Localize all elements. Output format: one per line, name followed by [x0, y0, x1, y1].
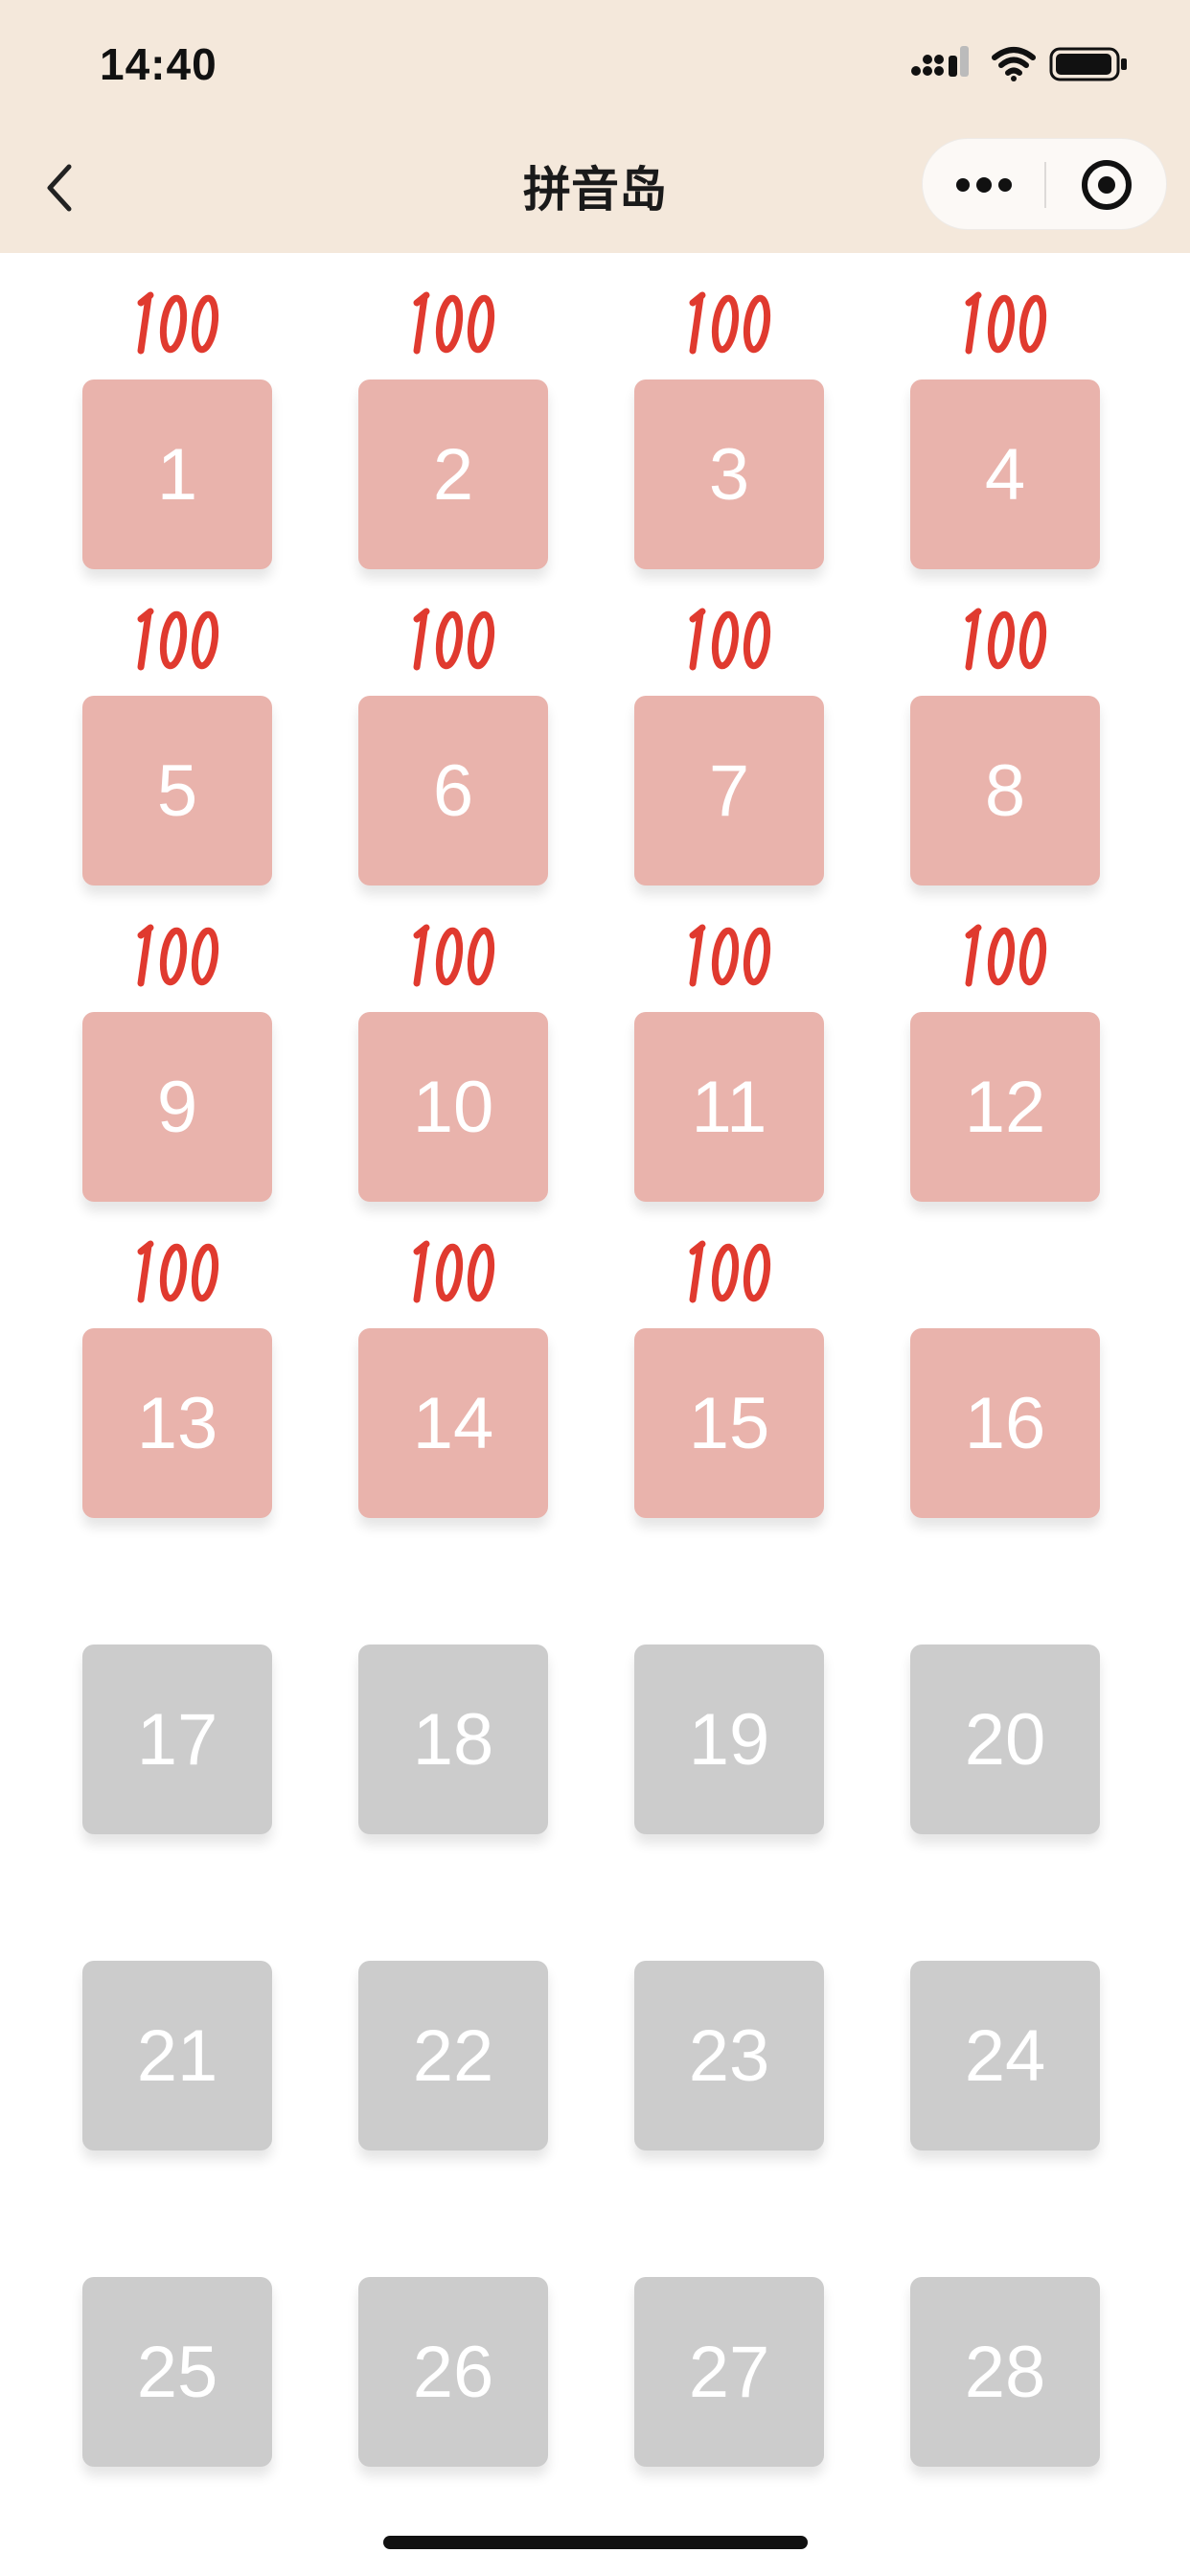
- status-icons: [911, 46, 1127, 81]
- target-circle-icon: [1082, 160, 1132, 210]
- level-cell: 28: [910, 2277, 1100, 2467]
- score-100-handwritten: [689, 924, 771, 987]
- level-cell: 19: [634, 1644, 824, 1834]
- score-badge: [358, 920, 548, 993]
- level-cell: 3: [634, 291, 824, 569]
- level-cell: 20: [910, 1644, 1100, 1834]
- level-button-3[interactable]: 3: [634, 380, 824, 569]
- score-badge: [82, 920, 272, 993]
- wifi-icon: [992, 47, 1036, 81]
- score-100-handwritten: [689, 608, 771, 671]
- score-100-handwritten: [137, 924, 219, 987]
- level-cell: 16: [910, 1328, 1100, 1518]
- level-cell: 21: [82, 1961, 272, 2150]
- score-100-handwritten: [413, 1240, 495, 1303]
- level-button-9[interactable]: 9: [82, 1012, 272, 1202]
- level-cell: 25: [82, 2277, 272, 2467]
- level-button-18[interactable]: 18: [358, 1644, 548, 1834]
- score-100-handwritten: [413, 924, 495, 987]
- score-100-handwritten: [689, 291, 771, 355]
- level-button-7[interactable]: 7: [634, 696, 824, 886]
- level-cell: 11: [634, 924, 824, 1202]
- score-100-handwritten: [965, 924, 1047, 987]
- score-badge: [634, 604, 824, 677]
- level-cell: 18: [358, 1644, 548, 1834]
- level-cell: 27: [634, 2277, 824, 2467]
- battery-icon: [1049, 47, 1127, 81]
- score-100-handwritten: [965, 291, 1047, 355]
- score-badge: [910, 288, 1100, 360]
- more-button[interactable]: [923, 139, 1044, 231]
- level-cell: 2: [358, 291, 548, 569]
- score-badge: [82, 604, 272, 677]
- level-cell: 17: [82, 1644, 272, 1834]
- level-button-16[interactable]: 16: [910, 1328, 1100, 1518]
- status-time: 14:40: [100, 39, 217, 89]
- score-100-handwritten: [137, 608, 219, 671]
- level-button-17[interactable]: 17: [82, 1644, 272, 1834]
- level-cell: 26: [358, 2277, 548, 2467]
- level-button-6[interactable]: 6: [358, 696, 548, 886]
- level-button-2[interactable]: 2: [358, 380, 548, 569]
- close-button[interactable]: [1046, 139, 1168, 231]
- score-100-handwritten: [137, 1240, 219, 1303]
- level-cell: 15: [634, 1240, 824, 1518]
- home-indicator: [383, 2536, 808, 2549]
- level-button-15[interactable]: 15: [634, 1328, 824, 1518]
- level-cell: 22: [358, 1961, 548, 2150]
- score-100-handwritten: [965, 608, 1047, 671]
- level-button-4[interactable]: 4: [910, 380, 1100, 569]
- level-cell: 12: [910, 924, 1100, 1202]
- score-100-handwritten: [413, 291, 495, 355]
- mini-program-capsule: [922, 138, 1167, 230]
- level-button-20[interactable]: 20: [910, 1644, 1100, 1834]
- level-cell: 8: [910, 608, 1100, 886]
- level-button-8[interactable]: 8: [910, 696, 1100, 886]
- level-cell: 7: [634, 608, 824, 886]
- level-button-13[interactable]: 13: [82, 1328, 272, 1518]
- level-cell: 23: [634, 1961, 824, 2150]
- level-cell: 4: [910, 291, 1100, 569]
- signal-icon: [911, 46, 969, 77]
- level-cell: 13: [82, 1240, 272, 1518]
- level-button-25[interactable]: 25: [82, 2277, 272, 2467]
- level-button-11[interactable]: 11: [634, 1012, 824, 1202]
- level-cell: 24: [910, 1961, 1100, 2150]
- level-button-22[interactable]: 22: [358, 1961, 548, 2150]
- level-cell: 5: [82, 608, 272, 886]
- level-button-27[interactable]: 27: [634, 2277, 824, 2467]
- score-badge: [634, 920, 824, 993]
- level-cell: 6: [358, 608, 548, 886]
- more-dots-icon: [956, 177, 1012, 193]
- level-button-5[interactable]: 5: [82, 696, 272, 886]
- score-badge: [634, 1236, 824, 1309]
- score-100-handwritten: [137, 291, 219, 355]
- level-button-19[interactable]: 19: [634, 1644, 824, 1834]
- score-badge: [82, 288, 272, 360]
- score-badge: [358, 1236, 548, 1309]
- level-button-24[interactable]: 24: [910, 1961, 1100, 2150]
- level-cell: 10: [358, 924, 548, 1202]
- level-button-21[interactable]: 21: [82, 1961, 272, 2150]
- level-cell: 9: [82, 924, 272, 1202]
- level-button-1[interactable]: 1: [82, 380, 272, 569]
- score-badge: [634, 288, 824, 360]
- header: 14:40 拼音岛: [0, 0, 1190, 253]
- score-badge: [82, 1236, 272, 1309]
- score-badge: [910, 920, 1100, 993]
- level-button-14[interactable]: 14: [358, 1328, 548, 1518]
- score-badge: [910, 604, 1100, 677]
- level-button-28[interactable]: 28: [910, 2277, 1100, 2467]
- score-badge: [358, 288, 548, 360]
- level-button-12[interactable]: 12: [910, 1012, 1100, 1202]
- level-button-10[interactable]: 10: [358, 1012, 548, 1202]
- score-100-handwritten: [413, 608, 495, 671]
- score-100-handwritten: [689, 1240, 771, 1303]
- level-button-26[interactable]: 26: [358, 2277, 548, 2467]
- level-button-23[interactable]: 23: [634, 1961, 824, 2150]
- level-cell: 1: [82, 291, 272, 569]
- level-cell: 14: [358, 1240, 548, 1518]
- score-badge: [358, 604, 548, 677]
